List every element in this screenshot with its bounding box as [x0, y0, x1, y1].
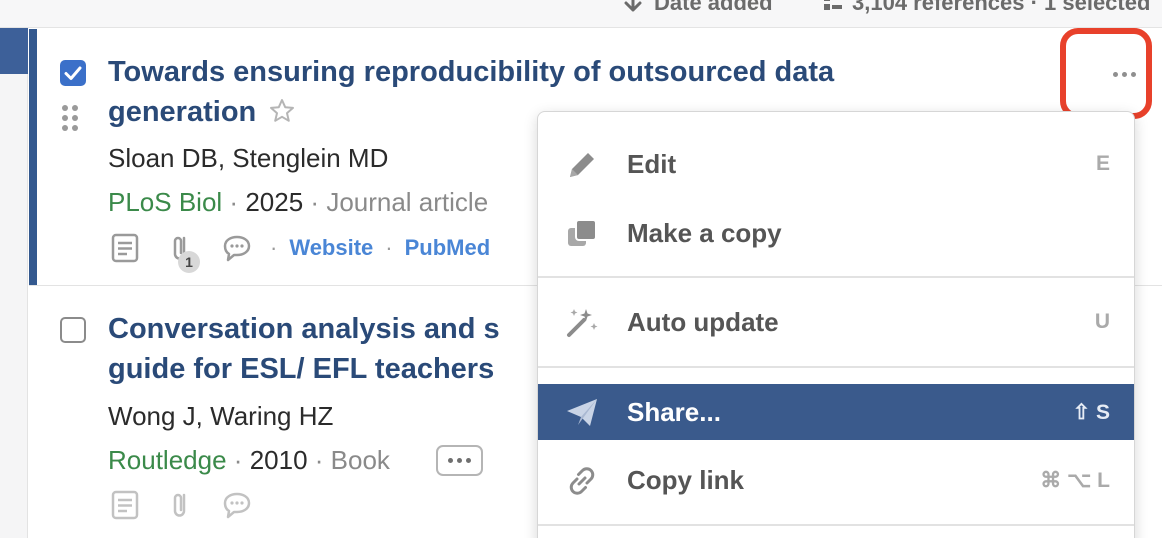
context-menu: Edit E Make a copy Auto update U Share..…	[537, 111, 1135, 538]
selection-indicator	[29, 29, 37, 285]
publication-year: 2025	[245, 187, 304, 217]
link-icon	[569, 467, 595, 495]
magic-wand-icon	[567, 309, 598, 337]
sort-control[interactable]: Date added	[622, 0, 773, 16]
menu-divider	[538, 276, 1134, 278]
sidebar-edge	[0, 28, 28, 538]
publisher-name[interactable]: Routledge	[108, 445, 227, 475]
reference-authors: Wong J, Waring HZ	[108, 401, 334, 431]
row-checkbox[interactable]	[60, 317, 86, 343]
menu-item-label: Auto update	[627, 306, 779, 337]
checkmark-icon	[64, 66, 82, 80]
comment-icon[interactable]	[220, 231, 254, 265]
sidebar-active-marker	[0, 28, 28, 74]
drag-handle-icon[interactable]	[62, 105, 82, 133]
reference-meta: PLoS Biol · 2025 · Journal article	[108, 187, 489, 217]
star-icon[interactable]	[268, 97, 296, 125]
menu-divider	[538, 524, 1134, 526]
menu-divider	[538, 366, 1134, 368]
more-options-button[interactable]	[436, 445, 483, 476]
reference-actions	[108, 487, 276, 523]
reference-title[interactable]: Conversation analysis and s guide for ES…	[108, 309, 548, 389]
attachment-icon[interactable]	[164, 488, 198, 522]
menu-item-edit[interactable]: Edit E	[538, 136, 1134, 192]
copy-icon	[568, 219, 597, 246]
highlight-annotation	[1060, 28, 1152, 119]
publication-year: 2010	[249, 445, 308, 475]
reference-title-line: Conversation analysis and s	[108, 313, 500, 345]
sort-label: Date added	[654, 0, 773, 15]
row-checkbox[interactable]	[60, 60, 86, 86]
reference-meta: Routledge · 2010 · Book	[108, 445, 390, 475]
reference-authors: Sloan DB, Stenglein MD	[108, 143, 389, 173]
paper-plane-icon	[567, 399, 597, 426]
list-toolbar: Date added 3,104 references · 1 selected	[0, 0, 1162, 28]
pubmed-link[interactable]: PubMed	[405, 235, 491, 261]
journal-name[interactable]: PLoS Biol	[108, 187, 222, 217]
menu-item-make-copy[interactable]: Make a copy	[538, 205, 1134, 261]
menu-item-label: Copy link	[627, 464, 745, 495]
arrow-down-icon	[624, 0, 642, 12]
attachment-icon[interactable]: 1	[164, 231, 200, 273]
comment-icon[interactable]	[220, 488, 254, 522]
reference-count-label: 3,104 references · 1 selected	[852, 0, 1151, 15]
notes-icon[interactable]	[108, 231, 142, 265]
reference-title-line: guide for ESL/ EFL teachers	[108, 353, 495, 385]
attachment-count-badge: 1	[178, 251, 200, 273]
publication-type: Journal article	[326, 187, 489, 217]
menu-item-copy-link[interactable]: Copy link ⌘ ⌥ L	[538, 452, 1134, 508]
menu-item-share[interactable]: Share... ⇧ S	[538, 384, 1134, 440]
reference-actions: 1 · Website · PubMed	[108, 230, 491, 273]
menu-item-shortcut: E	[1095, 152, 1110, 175]
reference-count: 3,104 references · 1 selected	[822, 0, 1150, 16]
menu-item-label: Share...	[627, 396, 721, 427]
menu-item-auto-update[interactable]: Auto update U	[538, 294, 1134, 350]
menu-item-shortcut: U	[1094, 310, 1110, 333]
menu-item-shortcut: ⌘ ⌥ L	[1040, 468, 1110, 492]
website-link[interactable]: Website	[289, 235, 373, 261]
list-icon	[824, 0, 842, 10]
menu-item-label: Edit	[627, 148, 677, 179]
menu-item-label: Make a copy	[627, 217, 782, 248]
menu-item-shortcut: ⇧ S	[1072, 400, 1110, 424]
notes-icon[interactable]	[108, 488, 142, 522]
pencil-icon	[570, 153, 594, 177]
publication-type: Book	[330, 445, 390, 475]
